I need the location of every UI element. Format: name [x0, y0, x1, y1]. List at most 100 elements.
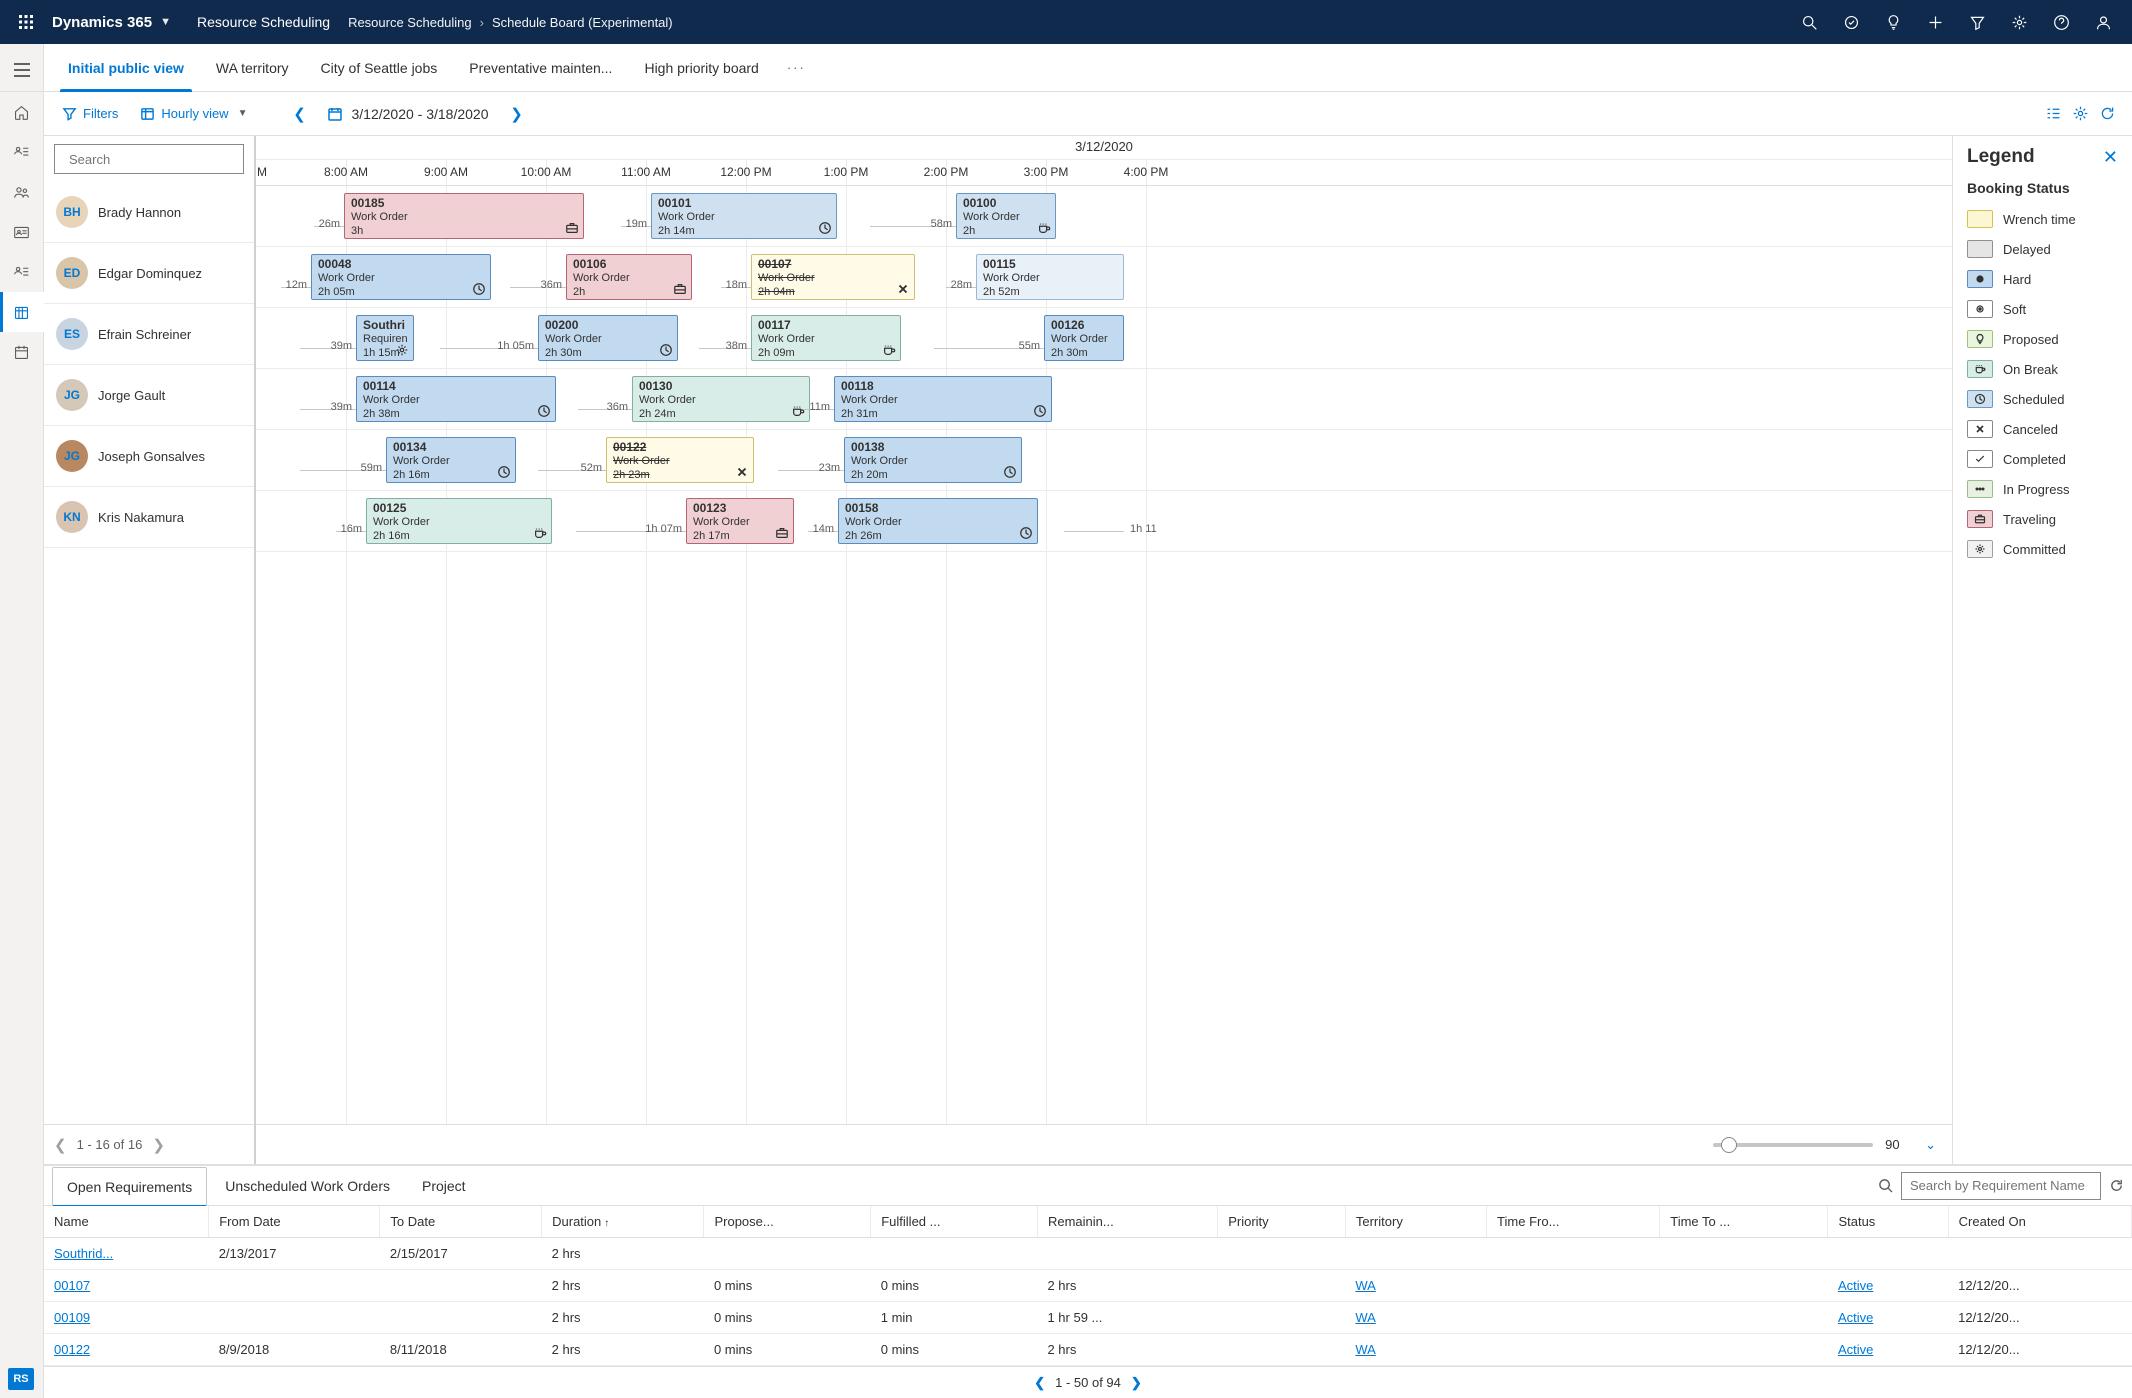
home-icon[interactable]	[0, 92, 44, 132]
booking-card[interactable]: 00126Work Order2h 30m	[1044, 315, 1124, 361]
column-header[interactable]: Status	[1828, 1206, 1948, 1238]
table-row[interactable]: Southrid...2/13/20172/15/20172 hrs	[44, 1238, 2132, 1270]
column-header[interactable]: To Date	[380, 1206, 542, 1238]
column-header[interactable]: Remainin...	[1037, 1206, 1217, 1238]
booking-card[interactable]: SouthriRequiren1h 15m	[356, 315, 414, 361]
booking-card[interactable]: 00122Work Order2h 23m	[606, 437, 754, 483]
resource-row[interactable]: JGJorge Gault	[44, 365, 254, 426]
board-settings-icon[interactable]	[2072, 105, 2089, 122]
booking-card[interactable]: 00158Work Order2h 26m	[838, 498, 1038, 544]
territory-link[interactable]: WA	[1355, 1342, 1375, 1357]
column-header[interactable]: From Date	[209, 1206, 380, 1238]
grid-prev-icon[interactable]: ❮	[1034, 1375, 1045, 1391]
product-switcher[interactable]: Dynamics 365 ▼	[52, 14, 171, 31]
prev-page-icon[interactable]: ❮	[54, 1136, 67, 1154]
prev-period-button[interactable]: ❮	[283, 98, 315, 130]
breadcrumb-item[interactable]: Resource Scheduling	[348, 15, 472, 30]
zoom-slider[interactable]	[1713, 1143, 1873, 1147]
resource-row[interactable]: KNKris Nakamura	[44, 487, 254, 548]
column-header[interactable]: Priority	[1218, 1206, 1346, 1238]
next-page-icon[interactable]: ❯	[152, 1136, 165, 1154]
resource-row[interactable]: EDEdgar Dominquez	[44, 243, 254, 304]
column-header[interactable]: Duration↑	[542, 1206, 704, 1238]
booking-card[interactable]: 00134Work Order2h 16m	[386, 437, 516, 483]
schedule-board-icon[interactable]	[0, 292, 44, 332]
status-link[interactable]: Active	[1838, 1278, 1873, 1293]
add-icon[interactable]	[1914, 0, 1956, 44]
name-link[interactable]: 00109	[54, 1310, 90, 1325]
grid-next-icon[interactable]: ❯	[1131, 1375, 1142, 1391]
tab-project[interactable]: Project	[408, 1166, 480, 1206]
booking-card[interactable]: 00107Work Order2h 04m	[751, 254, 915, 300]
breadcrumb-item[interactable]: Schedule Board (Experimental)	[492, 15, 673, 30]
more-tabs-icon[interactable]: ···	[775, 60, 818, 75]
table-row[interactable]: 001092 hrs0 mins1 min1 hr 59 ...WAActive…	[44, 1302, 2132, 1334]
app-launcher-icon[interactable]	[8, 4, 44, 40]
name-link[interactable]: 00107	[54, 1278, 90, 1293]
booking-card[interactable]: 00125Work Order2h 16m	[366, 498, 552, 544]
search-icon[interactable]	[1788, 0, 1830, 44]
booking-card[interactable]: 00118Work Order2h 31m	[834, 376, 1052, 422]
list-icon[interactable]	[0, 252, 44, 292]
tab-unscheduled-wo[interactable]: Unscheduled Work Orders	[211, 1166, 404, 1206]
people-list-icon[interactable]	[0, 132, 44, 172]
column-header[interactable]: Created On	[1948, 1206, 2131, 1238]
people-icon[interactable]	[0, 172, 44, 212]
booking-card[interactable]: 00117Work Order2h 09m	[751, 315, 901, 361]
task-icon[interactable]	[1830, 0, 1872, 44]
help-icon[interactable]	[2040, 0, 2082, 44]
date-range-picker[interactable]: 3/12/2020 - 3/18/2020	[321, 106, 494, 122]
tab-high-priority[interactable]: High priority board	[628, 44, 774, 92]
column-header[interactable]: Propose...	[704, 1206, 871, 1238]
column-header[interactable]: Time Fro...	[1487, 1206, 1660, 1238]
booking-card[interactable]: 00130Work Order2h 24m	[632, 376, 810, 422]
tab-initial-public-view[interactable]: Initial public view	[52, 44, 200, 92]
territory-link[interactable]: WA	[1355, 1310, 1375, 1325]
tab-preventative[interactable]: Preventative mainten...	[453, 44, 628, 92]
booking-card[interactable]: 00100Work Order2h	[956, 193, 1056, 239]
resource-row[interactable]: BHBrady Hannon	[44, 182, 254, 243]
view-mode-button[interactable]: Hourly view ▼	[132, 98, 255, 130]
settings-icon[interactable]	[1998, 0, 2040, 44]
tab-open-requirements[interactable]: Open Requirements	[52, 1167, 207, 1207]
name-link[interactable]: Southrid...	[54, 1246, 113, 1261]
booking-card[interactable]: 00115Work Order2h 52m	[976, 254, 1124, 300]
territory-link[interactable]: WA	[1355, 1278, 1375, 1293]
name-link[interactable]: 00122	[54, 1342, 90, 1357]
column-header[interactable]: Name	[44, 1206, 209, 1238]
collapse-legend-icon[interactable]: ⌄	[1925, 1137, 1936, 1153]
search-icon[interactable]	[1878, 1178, 1893, 1193]
lightbulb-icon[interactable]	[1872, 0, 1914, 44]
booking-card[interactable]: 00123Work Order2h 17m	[686, 498, 794, 544]
resource-search[interactable]	[54, 144, 244, 174]
close-legend-icon[interactable]: ✕	[2103, 147, 2118, 168]
people-card-icon[interactable]	[0, 212, 44, 252]
booking-card[interactable]: 00138Work Order2h 20m	[844, 437, 1022, 483]
next-period-button[interactable]: ❯	[501, 98, 533, 130]
booking-card[interactable]: 00101Work Order2h 14m	[651, 193, 837, 239]
status-link[interactable]: Active	[1838, 1310, 1873, 1325]
column-header[interactable]: Fulfilled ...	[871, 1206, 1038, 1238]
search-input[interactable]	[69, 152, 245, 167]
booking-card[interactable]: 00185Work Order3h	[344, 193, 584, 239]
column-header[interactable]: Territory	[1345, 1206, 1486, 1238]
column-header[interactable]: Time To ...	[1660, 1206, 1828, 1238]
user-icon[interactable]	[2082, 0, 2124, 44]
filters-button[interactable]: Filters	[54, 98, 126, 130]
table-row[interactable]: 001072 hrs0 mins0 mins2 hrsWAActive12/12…	[44, 1270, 2132, 1302]
resource-row[interactable]: JGJoseph Gonsalves	[44, 426, 254, 487]
booking-card[interactable]: 00200Work Order2h 30m	[538, 315, 678, 361]
refresh-icon[interactable]	[2099, 105, 2116, 122]
tab-city-of-seattle[interactable]: City of Seattle jobs	[305, 44, 454, 92]
requirement-search-input[interactable]	[1901, 1172, 2101, 1200]
resource-row[interactable]: ESEfrain Schreiner	[44, 304, 254, 365]
booking-card[interactable]: 00106Work Order2h	[566, 254, 692, 300]
booking-card[interactable]: 00048Work Order2h 05m	[311, 254, 491, 300]
calendar-icon[interactable]	[0, 332, 44, 372]
tab-wa-territory[interactable]: WA territory	[200, 44, 305, 92]
hamburger-icon[interactable]	[0, 48, 44, 92]
booking-card[interactable]: 00114Work Order2h 38m	[356, 376, 556, 422]
filter-icon[interactable]	[1956, 0, 1998, 44]
refresh-grid-icon[interactable]	[2109, 1178, 2124, 1193]
status-link[interactable]: Active	[1838, 1342, 1873, 1357]
